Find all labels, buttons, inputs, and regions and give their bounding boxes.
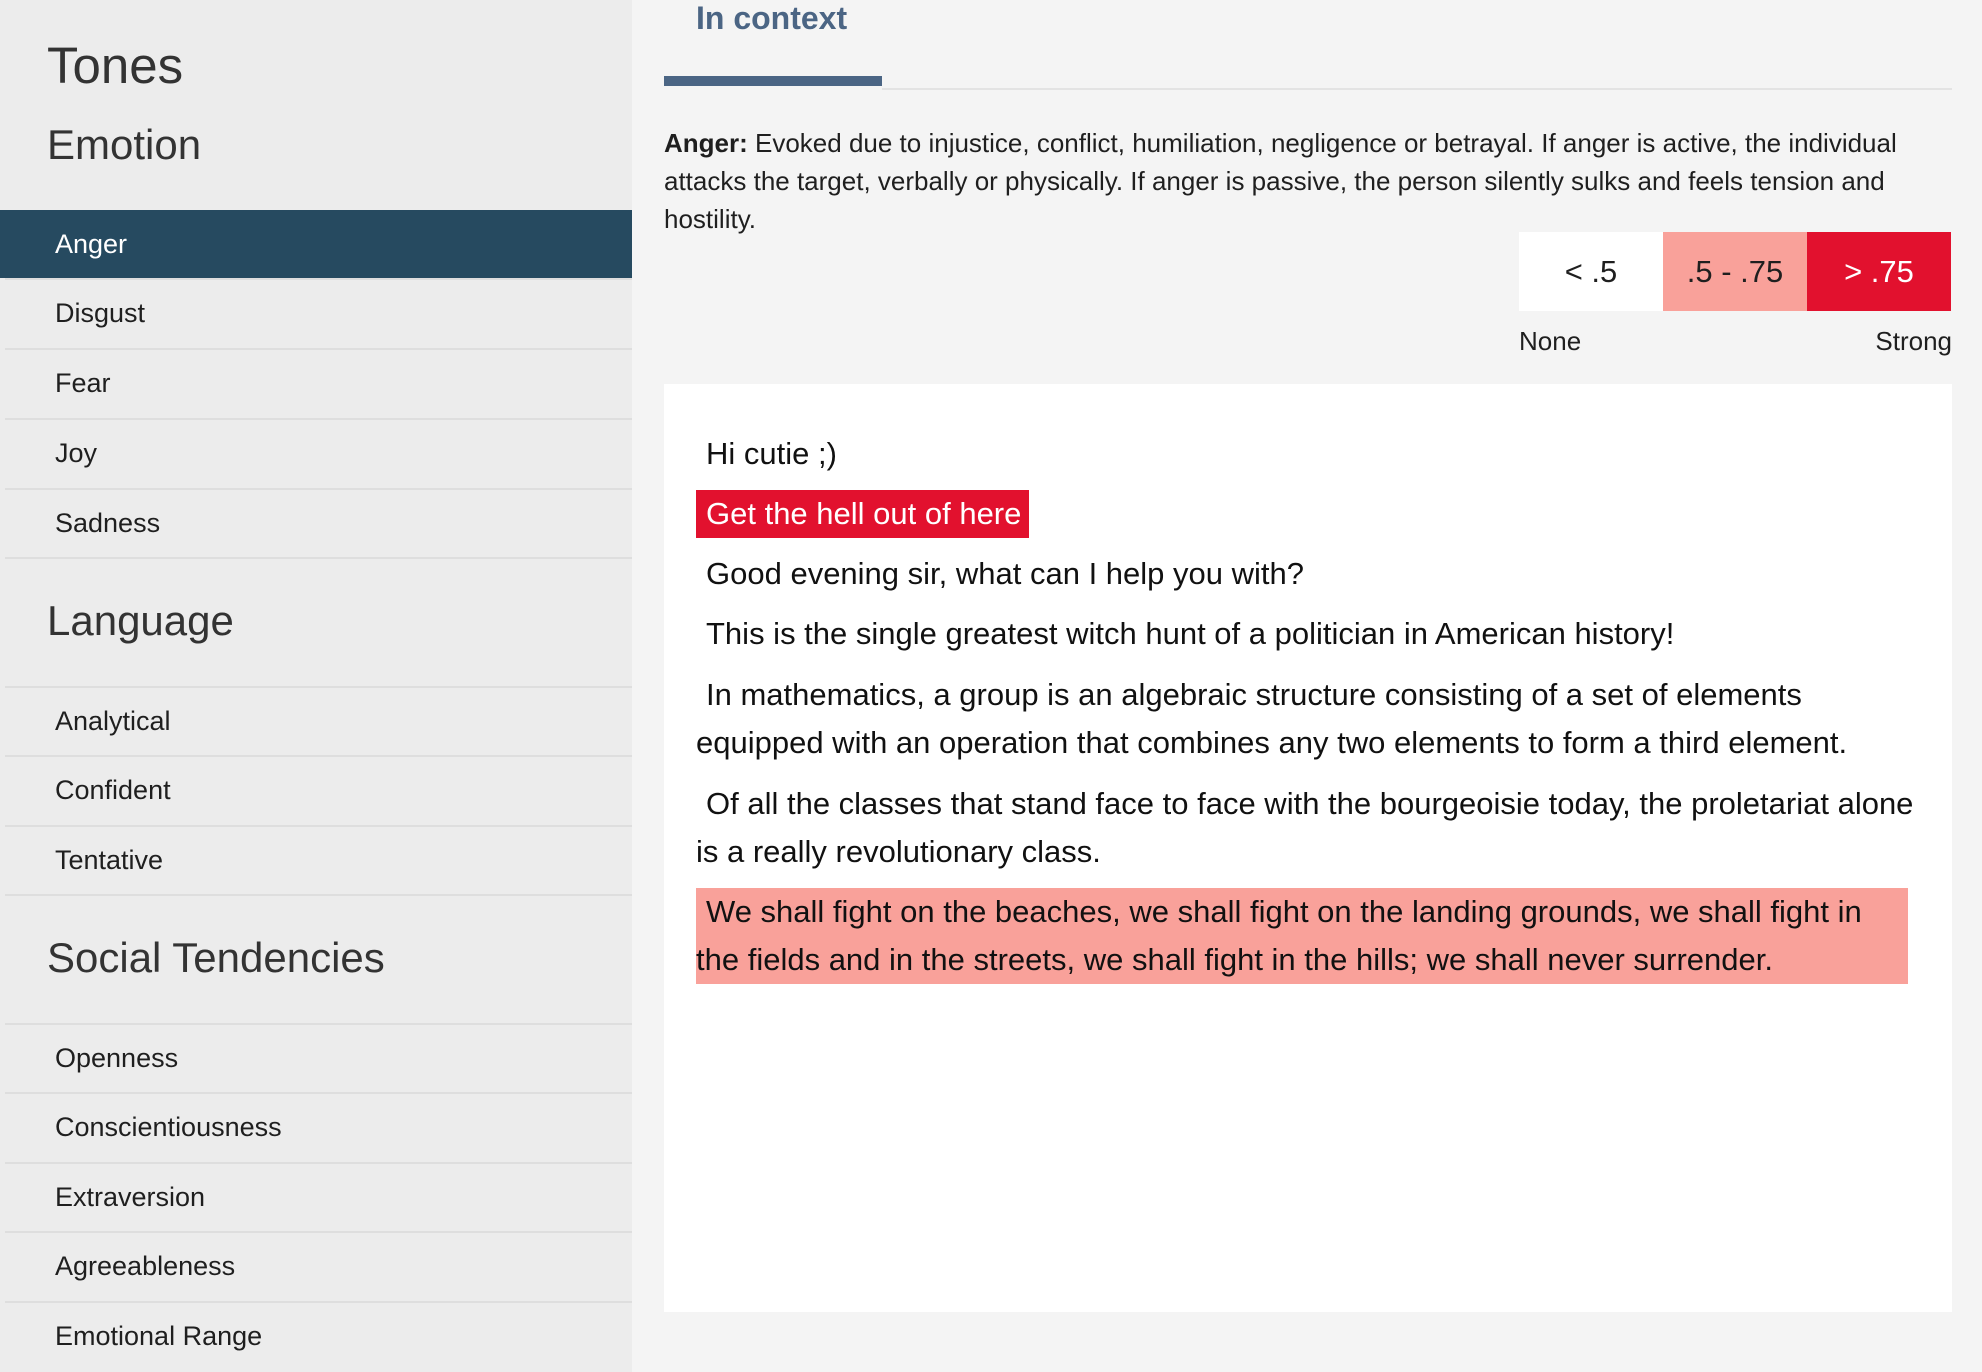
active-tab-indicator	[664, 76, 882, 86]
sidebar-item-disgust[interactable]: Disgust	[5, 278, 632, 346]
tab-in-context[interactable]: In context	[696, 0, 847, 37]
tone-sidebar: Tones Emotion Anger Disgust Fear Joy Sad…	[0, 0, 632, 1372]
sidebar-item-emotional-range[interactable]: Emotional Range	[5, 1301, 632, 1369]
sidebar-item-sadness[interactable]: Sadness	[5, 488, 632, 556]
sidebar-item-tentative[interactable]: Tentative	[5, 825, 632, 893]
tone-definition: Evoked due to injustice, conflict, humil…	[664, 128, 1897, 234]
legend-high-box: > .75	[1807, 232, 1951, 311]
sentence-highlight-strong: Get the hell out of here	[696, 490, 1030, 538]
tone-term: Anger:	[664, 128, 748, 158]
sentence: Of all the classes that stand face to fa…	[696, 786, 1914, 869]
sidebar-item-conscientiousness[interactable]: Conscientiousness	[5, 1092, 632, 1160]
sidebar-item-anger[interactable]: Anger	[0, 210, 632, 278]
sidebar-item-extraversion[interactable]: Extraversion	[5, 1162, 632, 1230]
sidebar-divider	[5, 894, 632, 896]
sidebar-item-fear[interactable]: Fear	[5, 348, 632, 416]
score-legend: < .5 .5 - .75 > .75	[1519, 232, 1951, 311]
legend-medium-box: .5 - .75	[1663, 232, 1807, 311]
sidebar-item-joy[interactable]: Joy	[5, 418, 632, 486]
sidebar-item-agreeableness[interactable]: Agreeableness	[5, 1231, 632, 1299]
main-content: In context Anger: Evoked due to injustic…	[632, 0, 1982, 1372]
sentence: Hi cutie ;)	[706, 436, 837, 471]
sentence: In mathematics, a group is an algebraic …	[696, 677, 1848, 760]
sentence-highlight-medium: We shall fight on the beaches, we shall …	[696, 888, 1908, 984]
group-heading-emotion: Emotion	[47, 121, 202, 168]
tab-divider	[882, 88, 1952, 90]
legend-none-label: None	[1519, 326, 1582, 356]
sentence: This is the single greatest witch hunt o…	[706, 616, 1675, 651]
group-heading-social-tendencies: Social Tendencies	[47, 934, 385, 981]
sidebar-item-analytical[interactable]: Analytical	[5, 686, 632, 754]
sidebar-title: Tones	[47, 37, 184, 94]
legend-low-box: < .5	[1519, 232, 1663, 311]
tone-description: Anger: Evoked due to injustice, conflict…	[664, 124, 1954, 238]
sentence: Good evening sir, what can I help you wi…	[706, 556, 1304, 591]
legend-strong-label: Strong	[1875, 326, 1952, 356]
sidebar-item-confident[interactable]: Confident	[5, 755, 632, 823]
sidebar-divider	[5, 557, 632, 559]
group-heading-language: Language	[47, 597, 234, 644]
sidebar-item-openness[interactable]: Openness	[5, 1023, 632, 1091]
text-panel: Hi cutie ;) Get the hell out of here Goo…	[664, 384, 1952, 1312]
